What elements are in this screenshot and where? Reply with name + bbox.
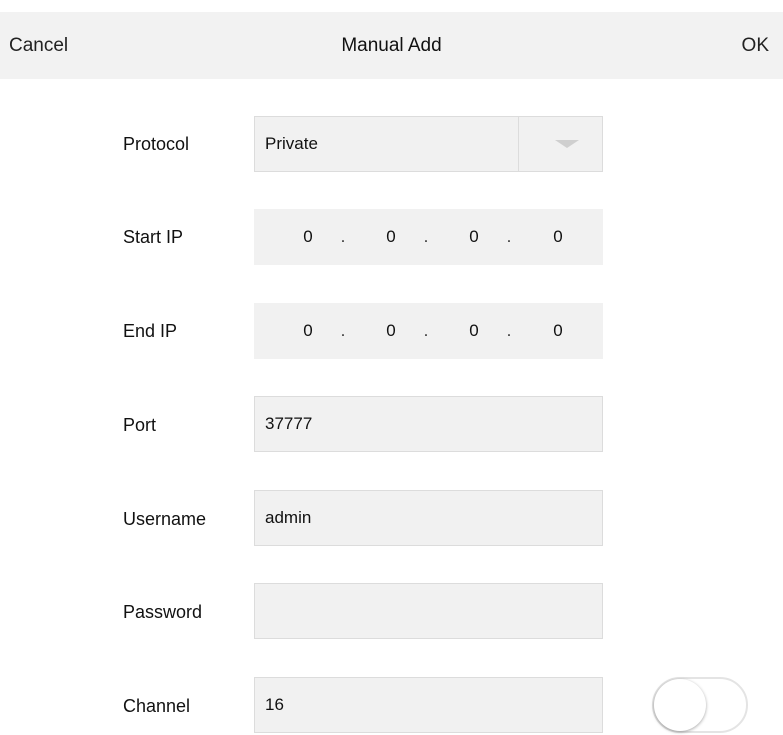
chevron-down-icon[interactable] [555, 140, 579, 148]
ip-separator: . [423, 227, 429, 246]
start-ip-octet-2[interactable]: 0 [379, 209, 403, 265]
username-input[interactable]: admin [254, 490, 603, 546]
protocol-select[interactable]: Private [254, 116, 603, 172]
channel-label: Channel [123, 696, 191, 716]
ip-separator: . [506, 227, 512, 246]
ip-separator: . [423, 321, 429, 340]
ip-separator: . [340, 227, 346, 246]
start-ip-field: 0 . 0 . 0 . 0 [254, 209, 603, 265]
port-label: Port [123, 415, 157, 435]
end-ip-octet-3[interactable]: 0 [462, 303, 486, 359]
end-ip-octet-2[interactable]: 0 [379, 303, 403, 359]
protocol-label: Protocol [123, 134, 190, 154]
username-label: Username [123, 509, 207, 529]
password-input[interactable] [254, 583, 603, 639]
ok-button[interactable]: OK [742, 12, 769, 79]
start-ip-label: Start IP [123, 227, 184, 247]
toggle-knob [654, 679, 706, 731]
port-input[interactable]: 37777 [254, 396, 603, 452]
end-ip-field: 0 . 0 . 0 . 0 [254, 303, 603, 359]
page-title: Manual Add [341, 35, 442, 56]
password-label: Password [123, 602, 203, 622]
channel-input[interactable]: 16 [254, 677, 603, 733]
header-bar: Cancel Manual Add OK [0, 12, 783, 79]
end-ip-label: End IP [123, 321, 178, 341]
end-ip-octet-4[interactable]: 0 [546, 303, 570, 359]
start-ip-octet-1[interactable]: 0 [296, 209, 320, 265]
start-ip-octet-4[interactable]: 0 [546, 209, 570, 265]
end-ip-octet-1[interactable]: 0 [296, 303, 320, 359]
select-divider [518, 117, 519, 171]
protocol-value: Private [265, 134, 318, 153]
start-ip-octet-3[interactable]: 0 [462, 209, 486, 265]
channel-toggle[interactable] [652, 677, 748, 733]
ip-separator: . [340, 321, 346, 340]
ip-separator: . [506, 321, 512, 340]
